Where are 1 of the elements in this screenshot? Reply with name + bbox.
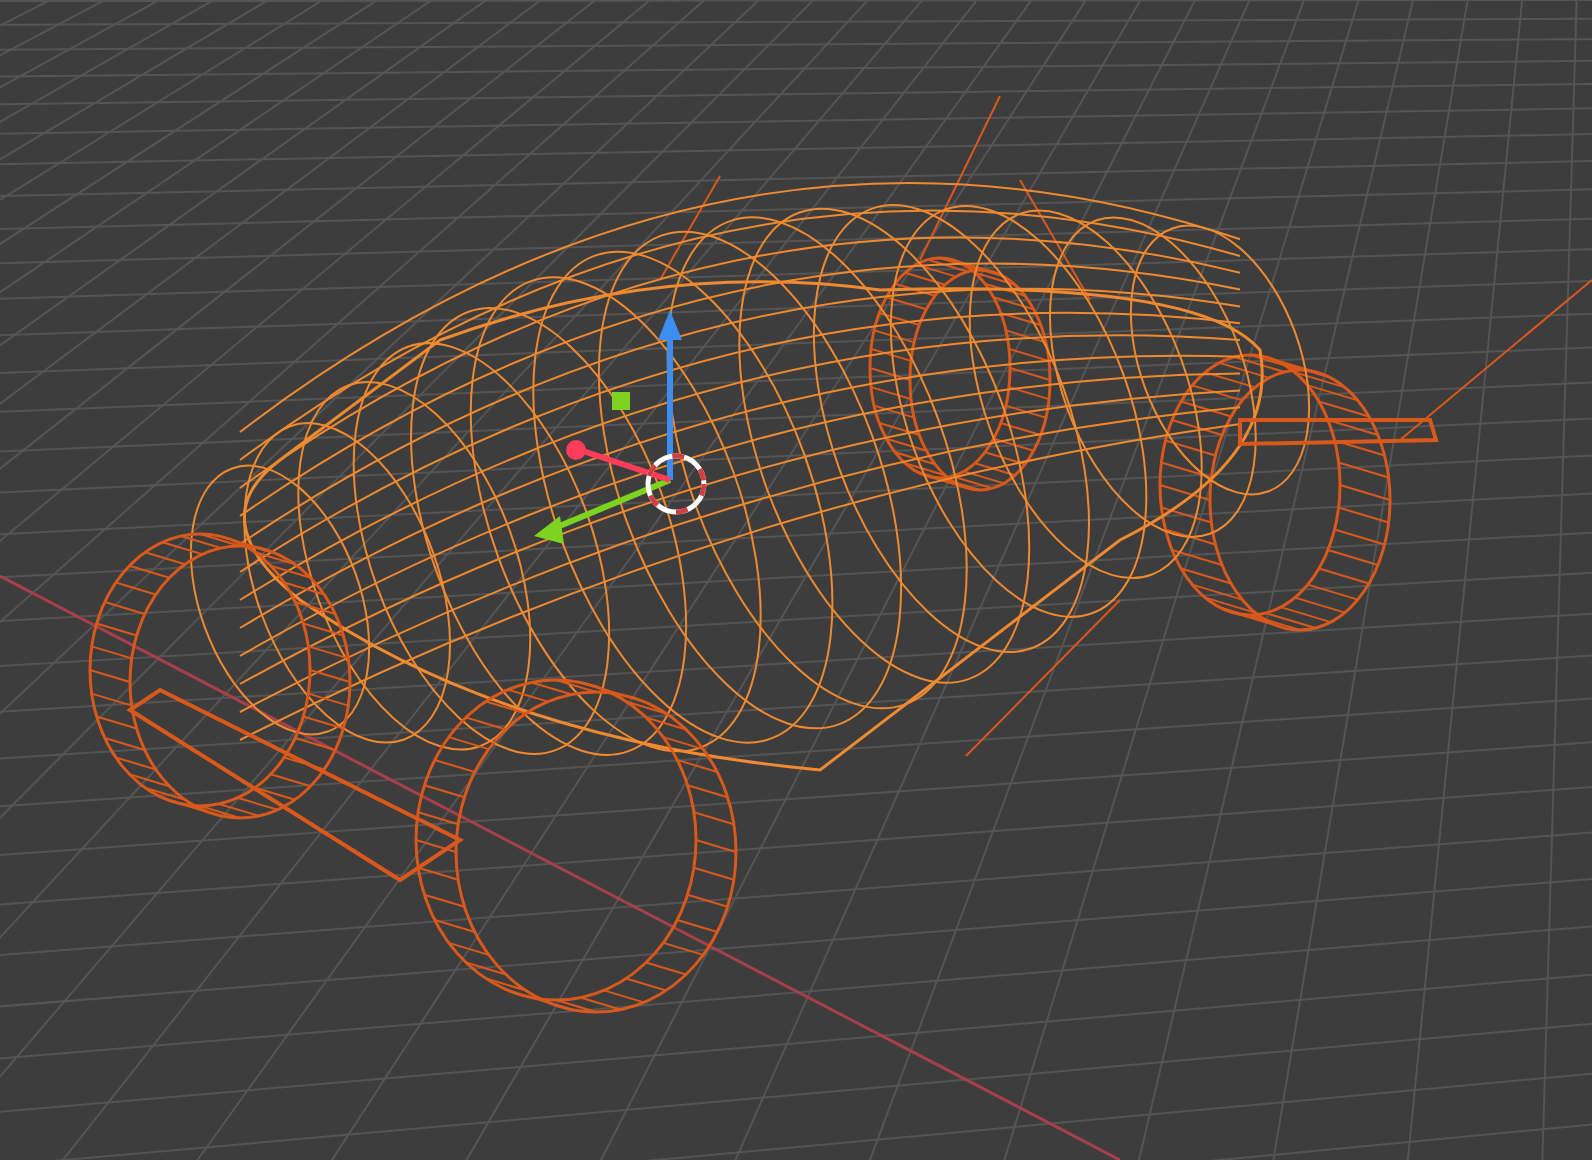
- transform-gizmo-icon[interactable]: [534, 310, 682, 544]
